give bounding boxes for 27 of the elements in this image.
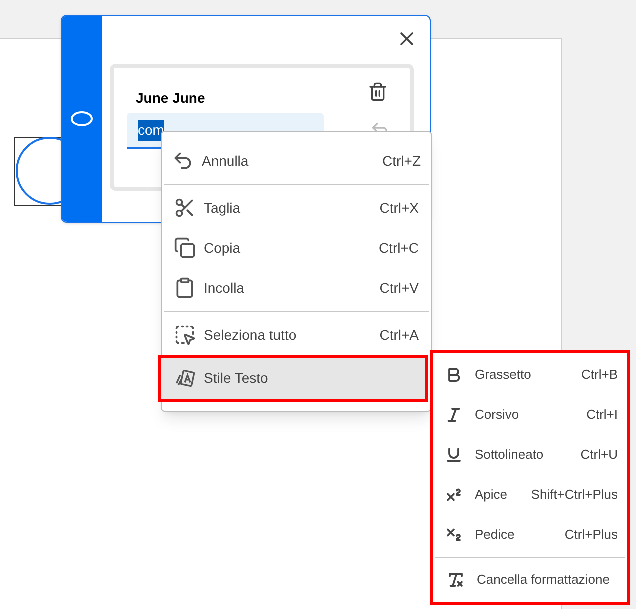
- submenu-item[interactable]: Apice Shift+Ctrl+Plus: [433, 475, 627, 515]
- menu-item[interactable]: Annulla Ctrl+Z: [162, 141, 431, 181]
- trash-icon: [368, 82, 388, 102]
- delete-button[interactable]: [368, 82, 388, 102]
- submenu-item[interactable]: Corsivo Ctrl+I: [433, 395, 627, 435]
- scissors-icon: [174, 197, 196, 219]
- dashed-select-icon: [174, 324, 196, 346]
- clear-format-icon: [447, 571, 465, 589]
- clipboard-icon: [174, 277, 196, 299]
- copy-icon: [174, 237, 196, 259]
- text-style-icon: [174, 368, 196, 390]
- underline-icon: [445, 446, 463, 464]
- menu-item[interactable]: Incolla Ctrl+V: [164, 268, 429, 308]
- author-name: June June: [136, 89, 206, 108]
- menu-item[interactable]: Seleziona tutto Ctrl+A: [164, 315, 429, 355]
- menu-item[interactable]: Taglia Ctrl+X: [164, 188, 429, 228]
- submenu-item[interactable]: Grassetto Ctrl+B: [433, 355, 627, 395]
- undo-icon: [172, 150, 194, 172]
- superscript-icon: [445, 486, 463, 504]
- menu-item[interactable]: Stile Testo: [158, 355, 428, 402]
- ellipse-icon: [70, 111, 94, 127]
- menu-item[interactable]: Copia Ctrl+C: [164, 228, 429, 268]
- submenu-item[interactable]: Cancella formattazione: [435, 560, 625, 600]
- italic-icon: [445, 406, 463, 424]
- subscript-icon: [445, 526, 463, 544]
- submenu-item[interactable]: Sottolineato Ctrl+U: [433, 435, 627, 475]
- submenu-item[interactable]: Pedice Ctrl+Plus: [433, 515, 627, 555]
